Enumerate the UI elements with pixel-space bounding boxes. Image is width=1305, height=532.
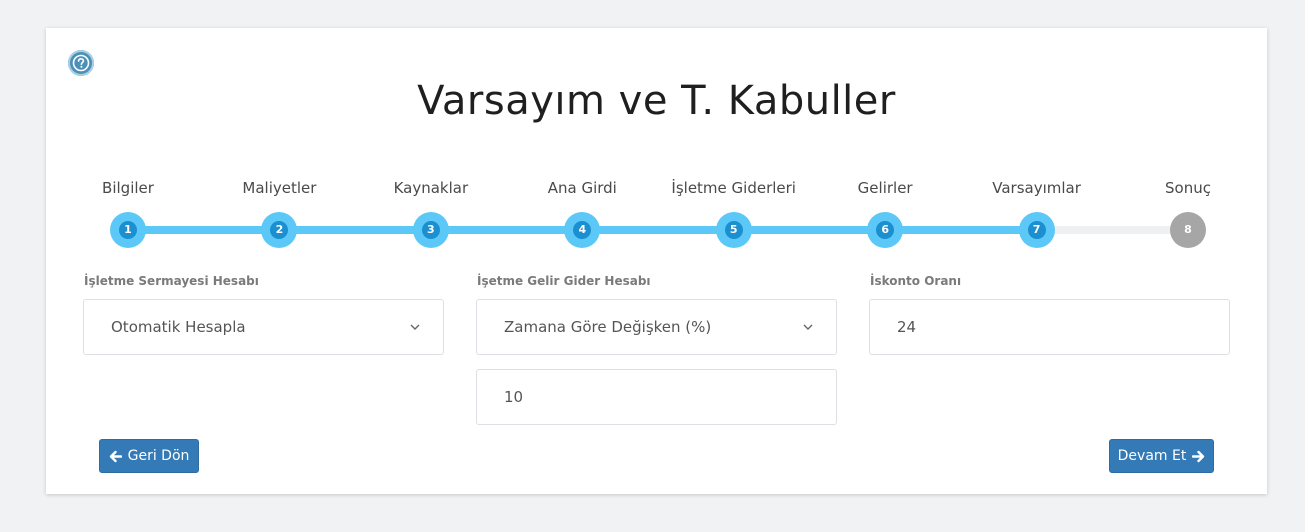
step-5-indicator[interactable]: 5	[715, 212, 752, 248]
step-number: 6	[876, 221, 895, 239]
step-1-indicator[interactable]: 1	[110, 212, 146, 248]
step-6-indicator[interactable]: 6	[867, 212, 904, 248]
step-number: 7	[1027, 221, 1046, 239]
step-3-indicator[interactable]: 3	[412, 212, 449, 248]
back-button-label: Geri Dön	[127, 448, 190, 464]
step-number: 8	[1184, 223, 1192, 236]
rate-input[interactable]: 10	[476, 369, 837, 425]
step-4-indicator[interactable]: 4	[564, 212, 601, 248]
back-button[interactable]: Geri Dön	[99, 439, 199, 473]
working-capital-label: İşletme Sermayesi Hesabı	[84, 274, 259, 288]
wizard-card: Varsayım ve T. Kabuller Bilgiler 1 Maliyet…	[46, 28, 1267, 494]
next-button-label: Devam Et	[1117, 448, 1187, 464]
step-label: Maliyetler	[242, 179, 317, 197]
wizard-stepper: Bilgiler 1 Maliyetler 2 Kaynaklar 3 Ana Girdi 4…	[46, 28, 1267, 268]
step-label: Kaynaklar	[393, 179, 469, 197]
step-number: 3	[421, 221, 440, 239]
step-label: Sonuç	[1165, 179, 1211, 197]
step-2-indicator[interactable]: 2	[261, 212, 298, 248]
chevron-down-icon	[410, 324, 420, 330]
step-8-indicator[interactable]: 8	[1170, 212, 1206, 248]
step-label: Varsayımlar	[992, 179, 1081, 197]
chevron-down-icon	[803, 324, 813, 330]
income-expense-select[interactable]: Zamana Göre Değişken (%)	[476, 299, 837, 355]
working-capital-value: Otomatik Hesapla	[111, 318, 246, 336]
working-capital-select[interactable]: Otomatik Hesapla	[83, 299, 444, 355]
rate-input-value: 10	[504, 388, 524, 406]
arrow-right-icon	[1192, 450, 1205, 462]
step-7-indicator[interactable]: 7	[1018, 212, 1055, 248]
income-expense-label: İşetme Gelir Gider Hesabı	[477, 274, 651, 288]
step-label: Bilgiler	[102, 179, 154, 197]
step-number: 5	[724, 221, 743, 239]
step-number: 1	[119, 221, 137, 239]
step-label: Gelirler	[857, 179, 913, 197]
step-number: 4	[573, 221, 592, 239]
income-expense-value: Zamana Göre Değişken (%)	[504, 318, 712, 336]
step-label: Ana Girdi	[547, 179, 617, 197]
step-label: İşletme Giderleri	[671, 179, 796, 197]
next-button[interactable]: Devam Et	[1109, 439, 1214, 473]
step-number: 2	[270, 221, 289, 239]
discount-rate-input[interactable]: 24	[869, 299, 1230, 355]
discount-rate-label: İskonto Oranı	[870, 274, 962, 288]
arrow-left-icon	[109, 450, 122, 462]
discount-rate-value: 24	[897, 318, 917, 336]
